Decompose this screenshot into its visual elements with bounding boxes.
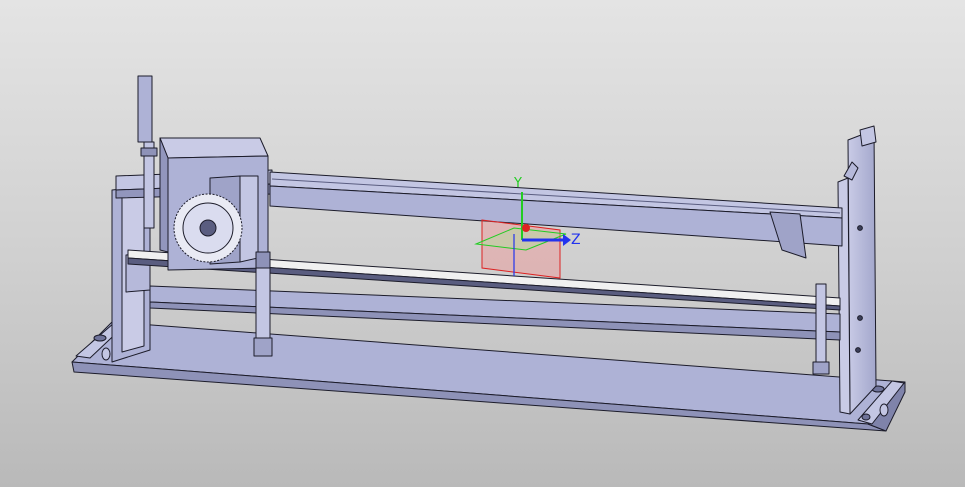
assembly-model[interactable] [0,0,965,487]
right-upright[interactable] [837,125,877,415]
pneumatic-cylinder-lower[interactable] [253,251,273,357]
y-axis-label: Y [514,176,522,191]
base-plate[interactable] [71,321,906,432]
cad-3d-viewport[interactable]: Y Z [0,0,965,487]
drive-gear[interactable] [173,193,243,263]
z-axis-label: Z [571,232,581,248]
